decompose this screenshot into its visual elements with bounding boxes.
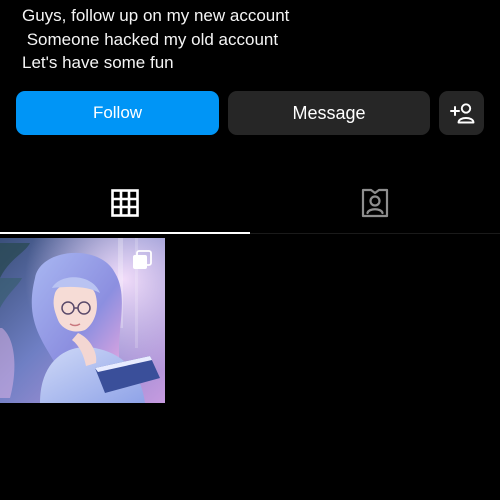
bio-line: Let's have some fun [22, 53, 174, 72]
bio-line: Guys, follow up on my new account [22, 6, 290, 25]
profile-actions: Follow Message [16, 91, 484, 135]
post-thumbnail[interactable] [0, 238, 165, 403]
message-button[interactable]: Message [228, 91, 430, 135]
multiple-images-icon [133, 250, 152, 269]
tab-posts-grid[interactable] [0, 172, 250, 234]
add-user-button[interactable] [439, 91, 484, 135]
bio-line: Someone hacked my old account [22, 29, 279, 49]
add-user-icon [449, 103, 474, 124]
tab-divider [250, 233, 500, 234]
tagged-person-icon [361, 188, 389, 218]
profile-bio: Guys, follow up on my new account Someon… [22, 4, 482, 75]
grid-icon [111, 189, 139, 217]
active-tab-indicator [0, 232, 250, 234]
profile-tabs [0, 172, 500, 236]
tab-tagged[interactable] [250, 172, 500, 234]
follow-button[interactable]: Follow [16, 91, 219, 135]
